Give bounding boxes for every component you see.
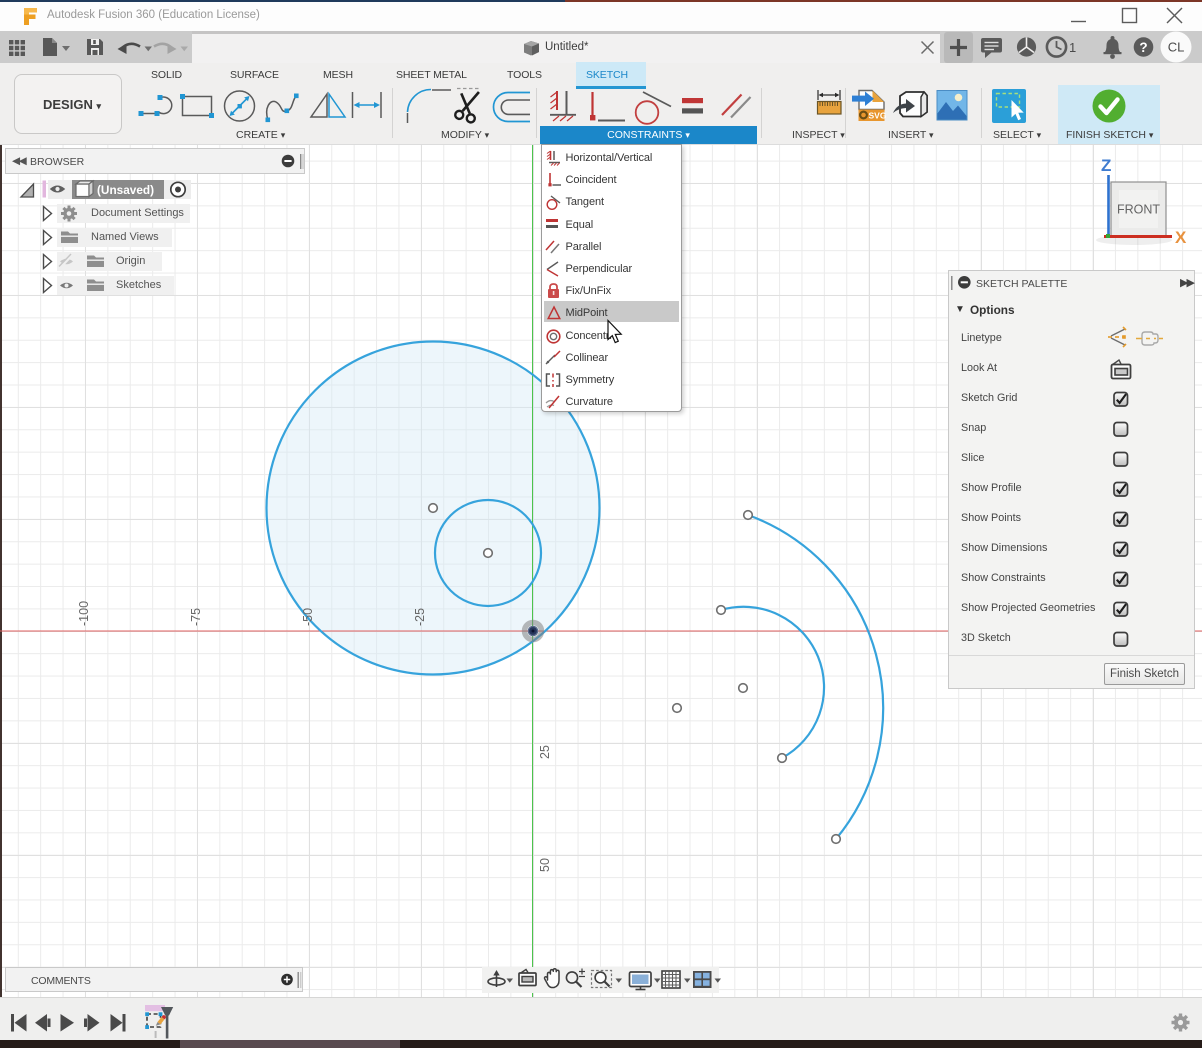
svg-text:CL: CL <box>1168 40 1185 55</box>
svg-text:-25: -25 <box>413 608 427 626</box>
svg-text:1: 1 <box>1069 40 1076 55</box>
svg-text:-75: -75 <box>189 608 203 626</box>
svg-text:50: 50 <box>538 858 552 872</box>
svg-text:-100: -100 <box>77 601 91 626</box>
svg-text:Z: Z <box>1101 156 1111 175</box>
svg-text:X: X <box>1175 228 1187 247</box>
svg-text:?: ? <box>1139 40 1147 55</box>
svg-text:-50: -50 <box>301 608 315 626</box>
svg-text:25: 25 <box>538 745 552 759</box>
svg-text:SVG: SVG <box>869 111 887 121</box>
svg-text:FRONT: FRONT <box>1117 203 1160 217</box>
